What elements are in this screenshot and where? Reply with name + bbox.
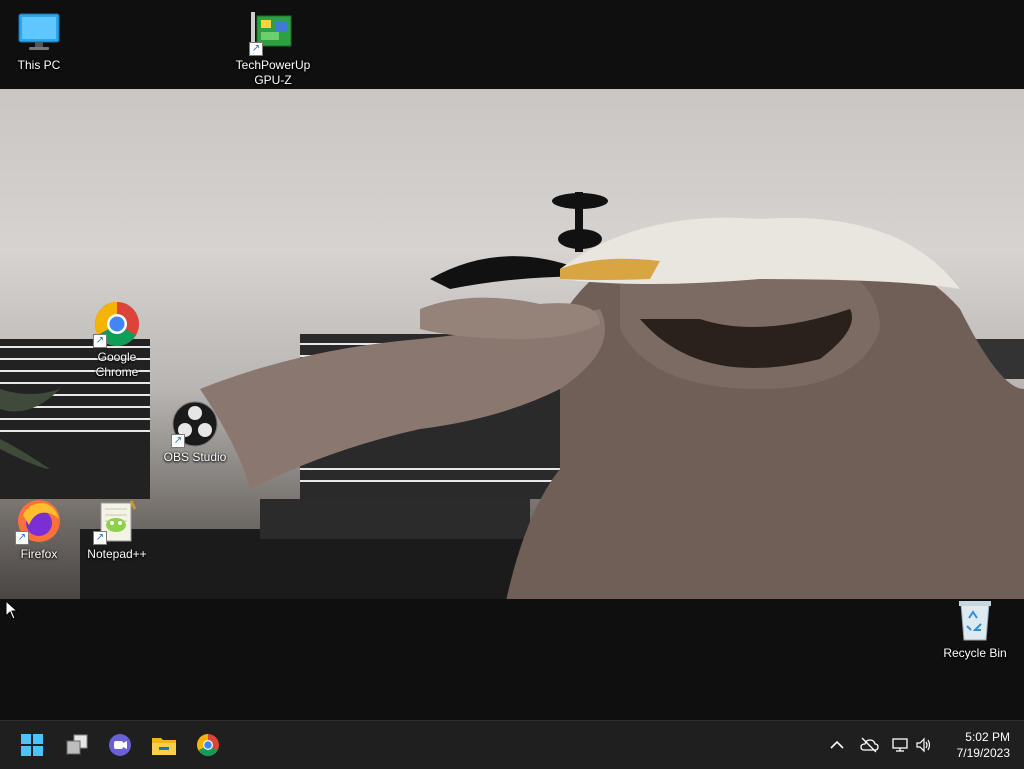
file-explorer-icon [152, 738, 176, 755]
chrome-icon [197, 734, 219, 756]
shortcut-arrow-icon: ↗ [93, 531, 107, 545]
firefox-icon: ↗ [15, 497, 63, 545]
shortcut-arrow-icon: ↗ [15, 531, 29, 545]
clock[interactable]: 5:02 PM 7/19/2023 [940, 729, 1010, 761]
taskbar: 5:02 PM 7/19/2023 [0, 720, 1024, 769]
desktop-icon-notepad-plus-plus[interactable]: ↗ Notepad++ [78, 497, 156, 562]
chat-button[interactable] [104, 729, 136, 761]
clock-date: 7/19/2023 [956, 746, 1010, 760]
monitor-icon [15, 8, 63, 56]
icon-label: Firefox [20, 547, 58, 561]
icon-label: This PC [17, 58, 61, 72]
icon-label: OBS Studio [163, 450, 227, 464]
chevron-up-icon [830, 740, 844, 749]
chat-icon [109, 734, 131, 756]
volume-tray-button[interactable] [912, 733, 936, 757]
start-button[interactable] [16, 729, 48, 761]
desktop[interactable]: This PC ↗ TechPowerUp GPU-Z ↗ Google Chr… [0, 0, 1024, 720]
desktop-icon-obs-studio[interactable]: ↗ OBS Studio [156, 400, 234, 465]
network-tray-button[interactable] [888, 733, 912, 757]
start-icon [21, 734, 43, 756]
show-hidden-icons-button[interactable] [825, 733, 849, 757]
desktop-icon-this-pc[interactable]: This PC [0, 8, 78, 73]
chrome-icon: ↗ [93, 300, 141, 348]
desktop-icon-gpu-z[interactable]: ↗ TechPowerUp GPU-Z [234, 8, 312, 88]
cloud-off-icon [860, 737, 879, 753]
network-icon [892, 738, 908, 752]
icon-label: TechPowerUp GPU-Z [235, 58, 311, 87]
task-view-icon [66, 734, 88, 755]
file-explorer-button[interactable] [148, 729, 180, 761]
volume-icon [916, 737, 931, 753]
mouse-cursor-icon [5, 599, 19, 625]
icon-label: Notepad++ [87, 547, 147, 561]
icon-label: Recycle Bin [943, 646, 1007, 660]
chrome-taskbar-button[interactable] [192, 729, 224, 761]
shortcut-arrow-icon: ↗ [171, 434, 185, 448]
notepad-plus-plus-icon: ↗ [93, 497, 141, 545]
icon-label: Google Chrome [95, 350, 139, 379]
desktop-icon-recycle-bin[interactable]: Recycle Bin [936, 596, 1014, 661]
shortcut-arrow-icon: ↗ [93, 334, 107, 348]
task-view-button[interactable] [61, 729, 93, 761]
desktop-icon-firefox[interactable]: ↗ Firefox [0, 497, 78, 562]
recycle-bin-icon [951, 596, 999, 644]
obs-icon: ↗ [171, 400, 219, 448]
gpu-z-icon: ↗ [249, 8, 297, 56]
shortcut-arrow-icon: ↗ [249, 42, 263, 56]
desktop-icon-google-chrome[interactable]: ↗ Google Chrome [78, 300, 156, 380]
clock-time: 5:02 PM [965, 730, 1010, 744]
onedrive-tray-button[interactable] [857, 733, 881, 757]
